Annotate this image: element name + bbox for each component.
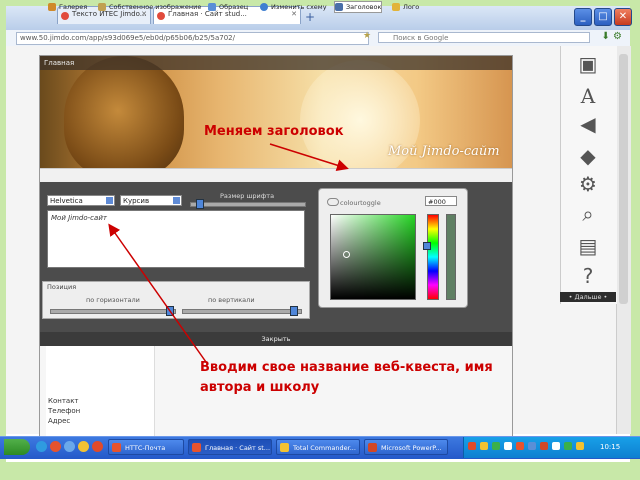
arrow-to-header-tab (269, 143, 349, 172)
tray-icon[interactable] (552, 442, 560, 450)
annotation-name: Вводим свое название веб-квеста, имя авт… (200, 360, 493, 395)
taskbar-button-mail[interactable]: НТТС-Почта (108, 439, 184, 455)
tray-icon[interactable] (564, 442, 572, 450)
taskbar-button-powerpoint[interactable]: Microsoft PowerP... (364, 439, 448, 455)
quicklaunch-ie-icon[interactable] (36, 441, 47, 452)
tray-icon[interactable] (492, 442, 500, 450)
quicklaunch-desktop-icon[interactable] (64, 441, 75, 452)
total-commander-icon (280, 443, 289, 452)
annotation-header: Меняем заголовок (204, 124, 344, 139)
tray-icon[interactable] (480, 442, 488, 450)
powerpoint-icon (368, 443, 377, 452)
tray-icon[interactable] (516, 442, 524, 450)
tray-icon[interactable] (540, 442, 548, 450)
arrow-to-text-input (108, 223, 207, 363)
start-button[interactable] (4, 439, 30, 455)
quicklaunch-app-icon[interactable] (92, 441, 103, 452)
tray-icon[interactable] (468, 442, 476, 450)
clock: 10:15 (600, 443, 621, 451)
opera-icon (192, 443, 201, 452)
tray-icon[interactable] (504, 442, 512, 450)
quicklaunch-folder-icon[interactable] (78, 441, 89, 452)
quicklaunch-opera-icon[interactable] (50, 441, 61, 452)
tray-icon[interactable] (528, 442, 536, 450)
taskbar-button-jimdo[interactable]: Главная · Сайт st... (188, 439, 272, 455)
tray-icon[interactable] (576, 442, 584, 450)
taskbar-button-total[interactable]: Total Commander... (276, 439, 360, 455)
annotation-arrows (108, 143, 349, 363)
opera-icon (112, 443, 121, 452)
